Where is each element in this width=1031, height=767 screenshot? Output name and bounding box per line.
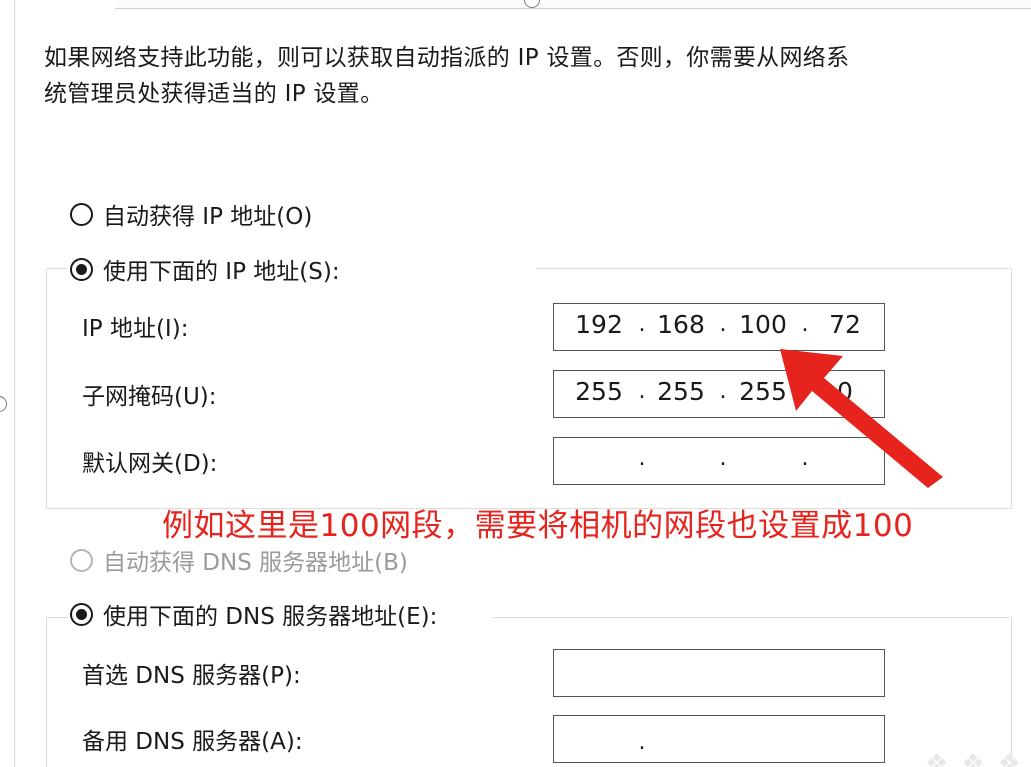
radio-manual-dns-indicator[interactable] xyxy=(70,602,93,626)
watermark-logo: ❖ ❖ ❖ xyxy=(925,749,1024,767)
radio-auto-ip-label: 自动获得 IP 地址(O) xyxy=(103,204,313,230)
radio-auto-dns-indicator[interactable] xyxy=(70,548,93,572)
radio-manual-dns[interactable]: 使用下面的 DNS 服务器地址(E): xyxy=(70,597,446,631)
octet-separator: . xyxy=(719,312,727,337)
gateway-input[interactable]: . . . xyxy=(553,437,885,485)
dns-groupbox-line-right xyxy=(492,617,1010,618)
description-line-2: 统管理员处获得适当的 IP 设置。 xyxy=(44,81,384,107)
subnet-mask-octet-2[interactable]: 255 xyxy=(650,377,712,406)
gateway-label: 默认网关(D): xyxy=(82,451,218,477)
ip-address-octet-3[interactable]: 100 xyxy=(732,310,794,339)
octet-separator: . xyxy=(719,446,727,471)
top-tab-strip xyxy=(115,0,1031,9)
radio-auto-dns[interactable]: 自动获得 DNS 服务器地址(B) xyxy=(70,543,408,577)
alternate-dns-label: 备用 DNS 服务器(A): xyxy=(82,729,303,755)
subnet-mask-input[interactable]: 255 . 255 . 255 . 0 xyxy=(553,370,885,418)
radio-auto-ip-indicator[interactable] xyxy=(70,202,93,226)
octet-separator: . xyxy=(638,446,646,471)
ip-address-label: IP 地址(I): xyxy=(82,316,189,342)
radio-manual-ip-label: 使用下面的 IP 地址(S): xyxy=(103,259,340,285)
octet-separator: . xyxy=(801,312,809,337)
description-text: 如果网络支持此功能，则可以获取自动指派的 IP 设置。否则，你需要从网络系 统管… xyxy=(44,40,974,112)
ip-groupbox-line-right xyxy=(536,268,1010,269)
ip-address-input[interactable]: 192 . 168 . 100 . 72 xyxy=(553,303,885,351)
ipv4-properties-dialog: 如果网络支持此功能，则可以获取自动指派的 IP 设置。否则，你需要从网络系 统管… xyxy=(0,0,1031,767)
window-left-edge xyxy=(0,0,15,767)
ip-address-octet-2[interactable]: 168 xyxy=(650,310,712,339)
subnet-mask-octet-1[interactable]: 255 xyxy=(568,377,630,406)
octet-separator: . xyxy=(801,379,809,404)
octet-separator: . xyxy=(638,312,646,337)
subnet-mask-octet-3[interactable]: 255 xyxy=(732,377,794,406)
annotation-text: 例如这里是100网段，需要将相机的网段也设置成100 xyxy=(162,508,914,544)
radio-auto-ip[interactable]: 自动获得 IP 地址(O) xyxy=(70,197,312,231)
radio-manual-ip[interactable]: 使用下面的 IP 地址(S): xyxy=(70,252,348,286)
subnet-mask-octet-4[interactable]: 0 xyxy=(814,377,876,406)
description-line-1: 如果网络支持此功能，则可以获取自动指派的 IP 设置。否则，你需要从网络系 xyxy=(44,45,850,71)
radio-auto-dns-label: 自动获得 DNS 服务器地址(B) xyxy=(103,550,408,576)
ip-address-octet-4[interactable]: 72 xyxy=(814,310,876,339)
octet-separator: . xyxy=(801,446,809,471)
subnet-mask-label: 子网掩码(U): xyxy=(82,384,217,410)
octet-separator: . xyxy=(638,379,646,404)
dns-groupbox-line-left xyxy=(46,617,68,618)
alternate-dns-input[interactable]: . xyxy=(553,715,885,763)
ip-groupbox-line-left xyxy=(46,268,68,269)
octet-separator: . xyxy=(638,730,646,755)
preferred-dns-label: 首选 DNS 服务器(P): xyxy=(82,663,301,689)
radio-manual-dns-label: 使用下面的 DNS 服务器地址(E): xyxy=(103,604,438,630)
preferred-dns-input[interactable] xyxy=(553,649,885,697)
octet-separator: . xyxy=(719,379,727,404)
ip-address-octet-1[interactable]: 192 xyxy=(568,310,630,339)
radio-manual-ip-indicator[interactable] xyxy=(70,257,93,281)
